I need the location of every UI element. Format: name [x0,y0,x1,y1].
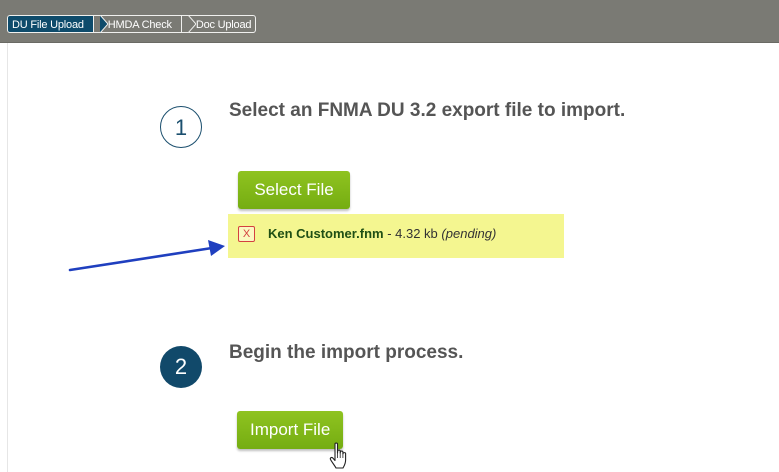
file-status: (pending) [441,226,497,241]
wizard-breadcrumb: DU File Upload HMDA Check Doc Upload [7,13,257,35]
file-separator: - [383,226,396,241]
step-2-title: Begin the import process. [229,342,464,363]
step-1-number: 1 [160,106,202,148]
remove-file-button[interactable]: X [238,226,255,242]
hand-cursor-icon [329,442,347,469]
file-size: 4.32 kb [395,226,438,241]
selected-file-row: X Ken Customer.fnm - 4.32 kb (pending) [228,214,564,258]
wizard-bar: DU File Upload HMDA Check Doc Upload [0,0,779,43]
import-file-button[interactable]: Import File [237,411,343,449]
wizard-step-du-file-upload[interactable]: DU File Upload [7,15,108,33]
wizard-step-label: HMDA Check [107,19,172,31]
wizard-step-label: Doc Upload [195,19,252,31]
file-name: Ken Customer.fnm [268,226,384,241]
select-file-button[interactable]: Select File [238,171,350,209]
step-2-number: 2 [160,346,202,388]
file-info: Ken Customer.fnm - 4.32 kb (pending) [268,226,496,242]
wizard-step-label: DU File Upload [12,19,84,31]
step-1-title: Select an FNMA DU 3.2 export file to imp… [229,100,626,121]
content-border [7,43,8,472]
du-upload-page: DU File Upload HMDA Check Doc Upload 1 S… [0,0,779,472]
pointer-arrow-icon [68,240,225,272]
